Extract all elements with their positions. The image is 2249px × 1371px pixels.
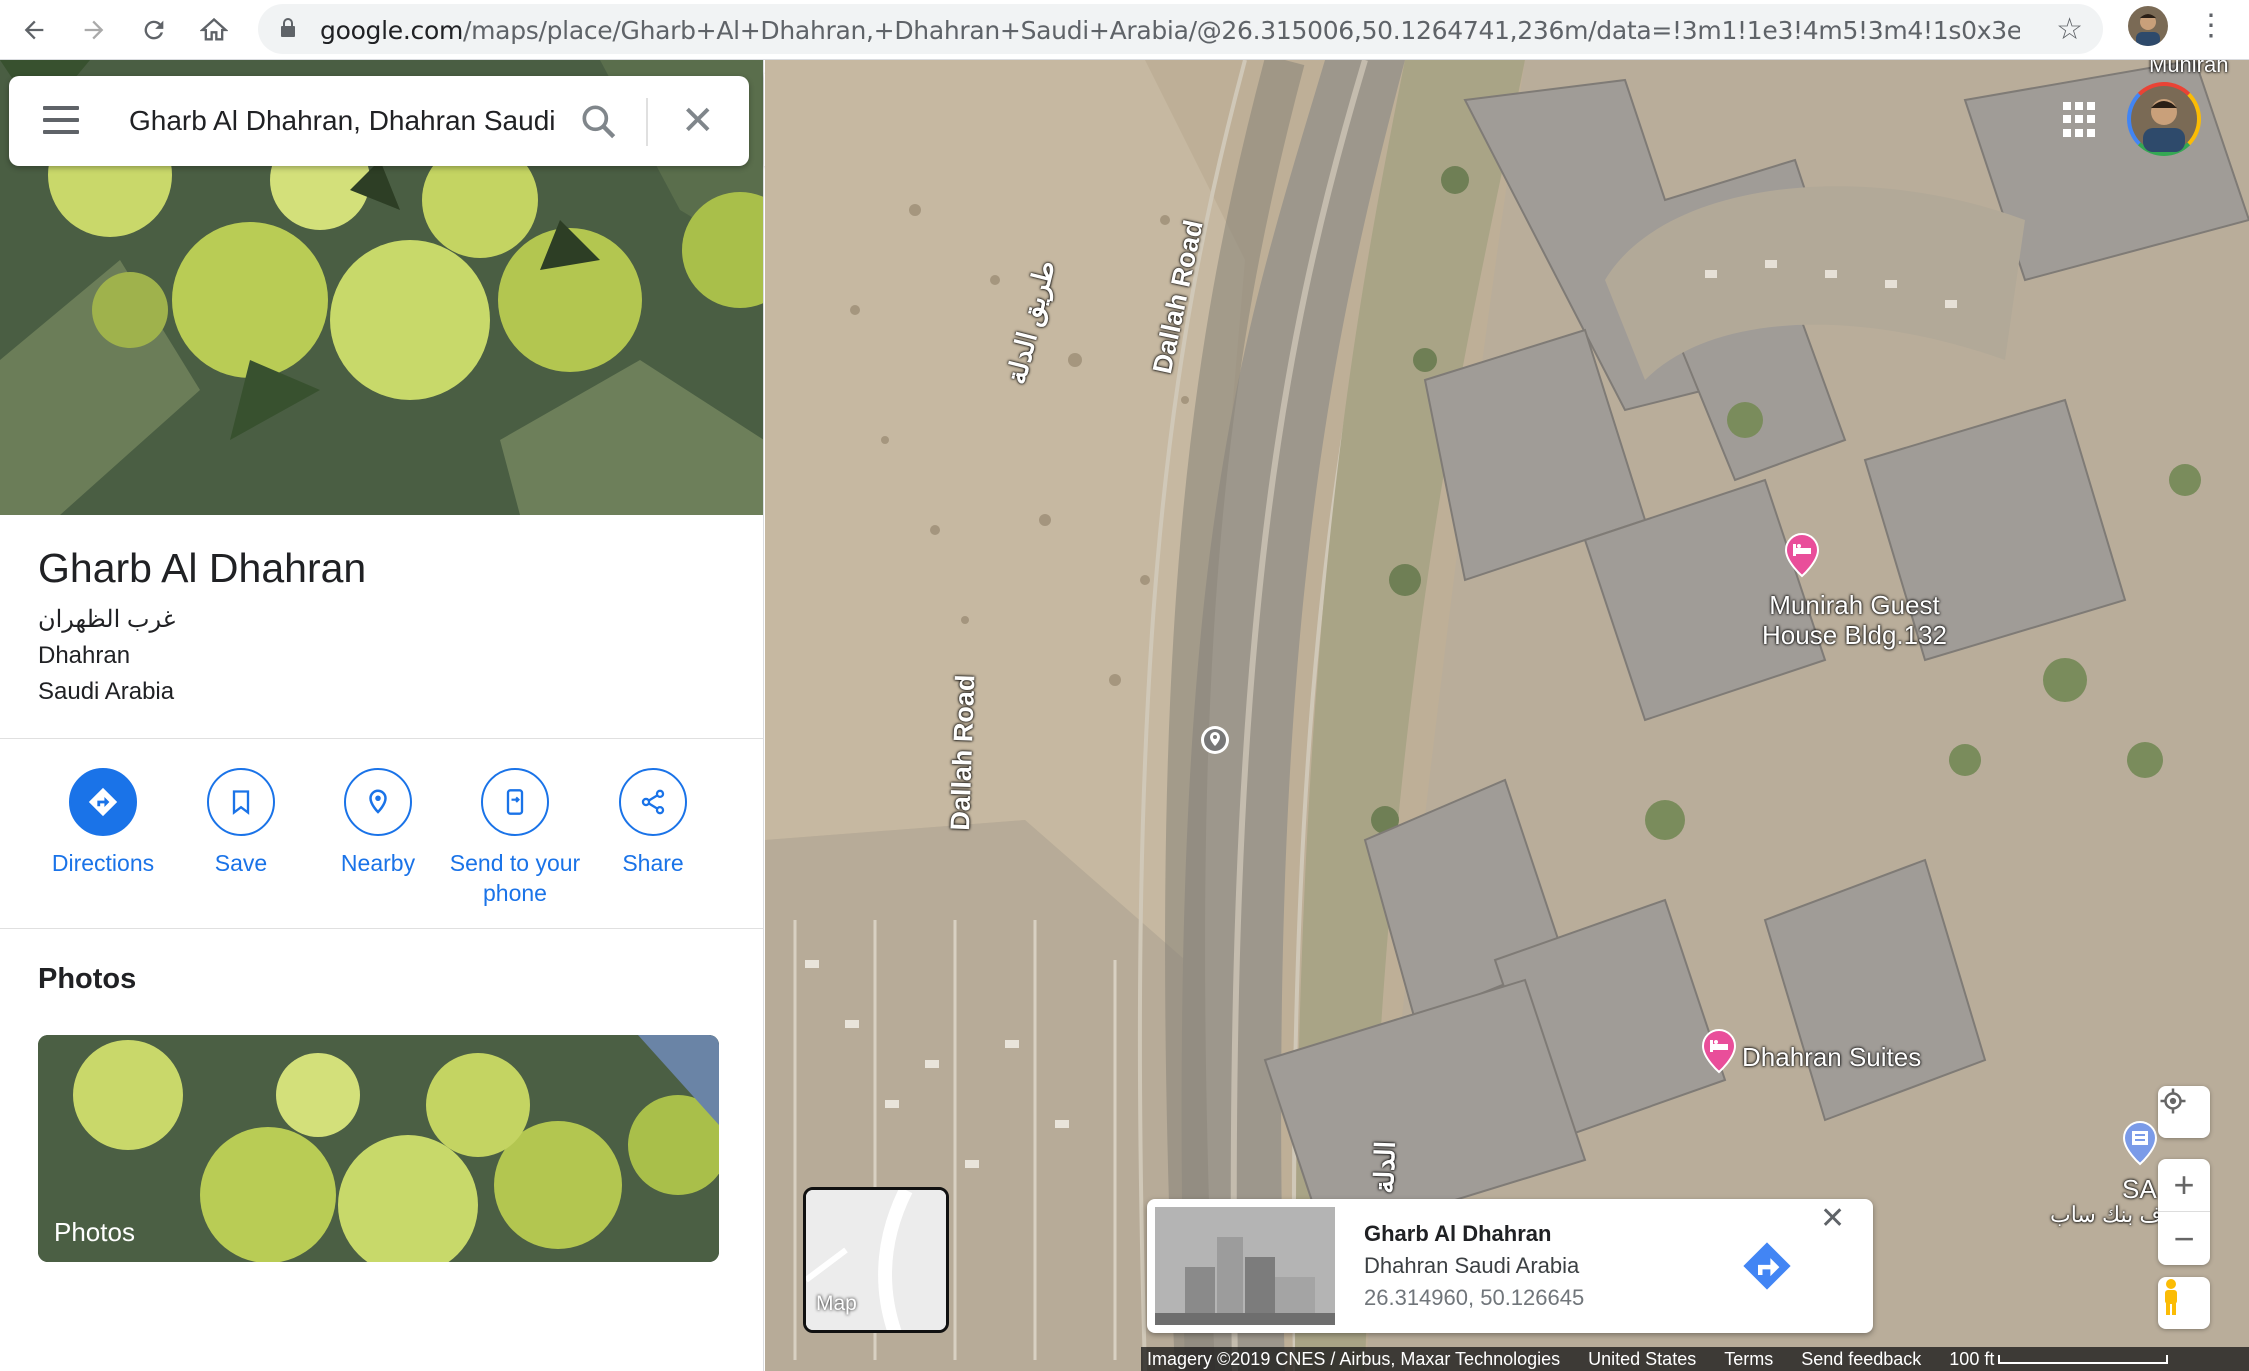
google-apps-icon[interactable]: [2063, 102, 2099, 138]
forward-icon[interactable]: [74, 10, 114, 50]
browser-toolbar: google.com/maps/place/Gharb+Al+Dhahran,+…: [0, 0, 2249, 60]
poi-label-dhahran-suites[interactable]: Dhahran Suites: [1742, 1042, 1921, 1073]
map-type-toggle[interactable]: Map: [803, 1187, 949, 1333]
search-input[interactable]: [129, 98, 559, 144]
pegman-icon: [2165, 1279, 2177, 1315]
photos-heading: Photos: [38, 963, 137, 995]
search-divider: [646, 98, 648, 146]
share-icon: [641, 789, 665, 815]
menu-icon[interactable]: [43, 106, 79, 134]
place-title: Gharb Al Dhahran: [38, 545, 367, 591]
zoom-in-button[interactable]: +: [2158, 1159, 2210, 1212]
nearby-icon: [369, 789, 387, 814]
phone-icon: [506, 789, 524, 815]
save-label: Save: [214, 850, 268, 876]
nearby-label: Nearby: [340, 850, 416, 876]
infocard-subtitle: Dhahran Saudi Arabia: [1364, 1253, 1580, 1278]
close-icon[interactable]: ✕: [681, 101, 715, 141]
hotel-pin-icon[interactable]: [1700, 1028, 1738, 1074]
share-button[interactable]: Share: [583, 768, 723, 878]
place-thumbnail: [1155, 1207, 1335, 1325]
map-type-label: Map: [816, 1292, 857, 1315]
divider: [0, 928, 763, 929]
satellite-imagery: [765, 60, 2249, 1371]
home-icon[interactable]: [194, 10, 234, 50]
share-label: Share: [622, 850, 684, 876]
url-text: google.com/maps/place/Gharb+Al+Dhahran,+…: [320, 16, 2020, 45]
hotel-pin-icon[interactable]: [1783, 532, 1821, 578]
zoom-controls: + −: [2158, 1159, 2210, 1265]
back-icon[interactable]: [14, 10, 54, 50]
send-to-phone-button[interactable]: Send to your phone: [445, 768, 585, 908]
lock-icon: [281, 18, 295, 37]
region-link[interactable]: United States: [1588, 1349, 1696, 1370]
bank-pin-icon[interactable]: [2121, 1120, 2159, 1166]
nearby-button[interactable]: Nearby: [308, 768, 448, 878]
selected-location-pin-icon[interactable]: [1199, 724, 1231, 756]
send-feedback-link[interactable]: Send feedback: [1801, 1349, 1921, 1370]
poi-label-partial: Munirah: [2149, 60, 2229, 77]
poi-label-sab[interactable]: SA: [2122, 1174, 2157, 1205]
my-location-button[interactable]: [2158, 1086, 2210, 1138]
photos-card[interactable]: Photos: [38, 1035, 719, 1262]
scale-bar: [1998, 1354, 2169, 1364]
street-view-pegman-button[interactable]: [2158, 1277, 2210, 1329]
map-footer: Imagery ©2019 CNES / Airbus, Maxar Techn…: [1141, 1347, 2249, 1371]
place-name-arabic: غرب الظهران: [38, 606, 176, 633]
place-country: Saudi Arabia: [38, 678, 175, 705]
imagery-attribution: Imagery ©2019 CNES / Airbus, Maxar Techn…: [1147, 1348, 1561, 1369]
infocard-coordinates: 26.314960, 50.126645: [1364, 1285, 1585, 1310]
place-info-card[interactable]: Gharb Al Dhahran Dhahran Saudi Arabia 26…: [1147, 1199, 1873, 1333]
address-bar[interactable]: google.com/maps/place/Gharb+Al+Dhahran,+…: [258, 4, 2103, 54]
satellite-map[interactable]: Dallah Road Dallah Road طريق الدلة الدلة…: [765, 60, 2249, 1371]
browser-profile-avatar[interactable]: [2128, 6, 2168, 46]
zoom-out-button[interactable]: −: [2158, 1212, 2210, 1265]
road-label-dallah-road: Dallah Road: [945, 674, 981, 832]
photos-card-label: Photos: [54, 1217, 135, 1247]
place-panel: ✕ Gharb Al Dhahran غرب الظهران Dhahran S…: [0, 60, 764, 1371]
close-icon[interactable]: ✕: [1820, 1201, 1845, 1236]
directions-icon[interactable]: [1740, 1239, 1794, 1293]
terms-link[interactable]: Terms: [1724, 1349, 1773, 1370]
search-box: ✕: [9, 76, 749, 166]
directions-icon: [88, 787, 118, 817]
bookmark-star-icon[interactable]: ☆: [2056, 12, 2083, 47]
poi-label-munirah[interactable]: Munirah GuestMunirah GuestHouse Bldg.132: [1762, 590, 1947, 650]
poi-label-sab-arabic: ف بنك ساب: [2050, 1202, 2163, 1227]
directions-button[interactable]: Directions: [33, 768, 173, 878]
place-city: Dhahran: [38, 642, 131, 669]
send-to-phone-label: Send to your phone: [449, 850, 581, 906]
browser-menu-icon[interactable]: ⋮: [2196, 8, 2226, 43]
reload-icon[interactable]: [134, 10, 174, 50]
account-avatar[interactable]: [2127, 82, 2201, 156]
infocard-title: Gharb Al Dhahran: [1364, 1221, 1552, 1246]
scale-label[interactable]: 100 ft: [1949, 1349, 1994, 1370]
search-icon[interactable]: [577, 100, 621, 144]
crosshair-icon: [2160, 1088, 2186, 1114]
directions-label: Directions: [51, 850, 155, 876]
bookmark-icon: [232, 790, 250, 815]
road-label-arabic: الدلة: [1369, 1140, 1401, 1195]
save-button[interactable]: Save: [171, 768, 311, 878]
divider: [0, 738, 763, 739]
